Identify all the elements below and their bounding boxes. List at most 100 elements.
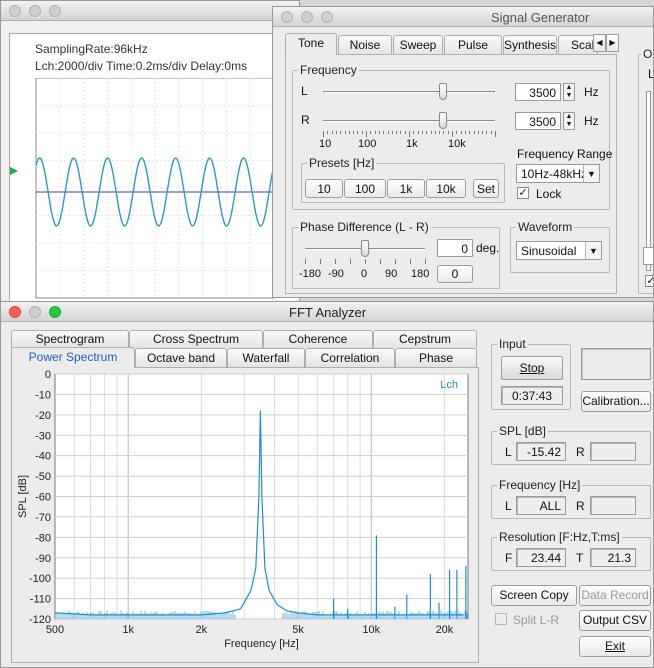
tab-octave-band[interactable]: Octave band (135, 348, 227, 367)
oscilloscope-window: SamplingRate:96kHz Lch:2000/div Time:0.2… (0, 0, 300, 302)
zoom-button[interactable] (321, 11, 333, 23)
input-group: Input Stop 0:37:43 (491, 337, 571, 410)
frequency-range-select[interactable]: 10Hz-48kHz ▼ (516, 164, 600, 183)
y-tick-label: -50 (35, 471, 51, 483)
fft-titlebar: FFT Analyzer (1, 302, 653, 322)
exit-label: Exit (604, 639, 625, 653)
input-label: Input (497, 337, 528, 351)
chevron-down-icon[interactable]: ▼ (585, 242, 601, 259)
frequency-scale-label-1k: 1k (406, 138, 418, 150)
close-button[interactable] (9, 306, 21, 318)
x-tick-label: 2k (196, 624, 208, 636)
split-lr-checkbox[interactable] (495, 613, 507, 625)
minimize-button[interactable] (29, 5, 41, 17)
close-button[interactable] (9, 5, 21, 17)
preset-set-button[interactable]: Set (473, 179, 499, 198)
x-tick-label: 5k (292, 624, 304, 636)
screen-copy-button[interactable]: Screen Copy (491, 585, 577, 606)
phase-input[interactable]: 0 (437, 239, 473, 257)
slider-tick (335, 131, 337, 134)
status-display (581, 348, 651, 380)
zoom-button[interactable] (49, 306, 61, 318)
tab-spectrogram[interactable]: Spectrogram (11, 330, 129, 348)
tab-cross-spectrum[interactable]: Cross Spectrum (129, 330, 263, 348)
window-title: FFT Analyzer (289, 305, 367, 320)
tab-synthesis[interactable]: Synthesis (503, 35, 557, 55)
sampling-rate-text: SamplingRate:96kHz (35, 42, 148, 56)
frequency-r-input[interactable]: 3500 (515, 112, 561, 130)
frequency-scale-label-100: 100 (358, 138, 377, 150)
tab-scale[interactable]: Scal (558, 35, 598, 55)
slider-tick (425, 259, 426, 264)
frequency-l-stepper[interactable]: ▲ ▼ (563, 83, 575, 101)
phase-slider[interactable] (361, 240, 369, 257)
slider-tick (366, 131, 367, 137)
slider-tick (469, 131, 471, 134)
x-tick-label: 1k (122, 624, 134, 636)
window-title: Signal Generator (491, 10, 590, 25)
preset-10-button[interactable]: 10 (305, 179, 343, 198)
preset-1k-button[interactable]: 1k (387, 179, 425, 198)
slider-tick (452, 131, 453, 137)
output-checkbox[interactable]: ✓ (645, 275, 653, 287)
spl-group: SPL [dB] L -15.42 R (491, 424, 651, 465)
slider-tick (486, 131, 488, 134)
output-level-slider[interactable] (646, 91, 651, 271)
slider-tick (357, 131, 359, 134)
tab-cepstrum[interactable]: Cepstrum (373, 330, 477, 348)
chevron-down-icon[interactable]: ▼ (564, 121, 574, 129)
stop-button[interactable]: Stop (501, 356, 563, 380)
chevron-up-icon[interactable]: ▲ (564, 113, 574, 121)
output-field[interactable] (643, 247, 653, 265)
tab-noise[interactable]: Noise (338, 35, 392, 55)
zoom-button[interactable] (49, 5, 61, 17)
exit-button[interactable]: Exit (579, 636, 651, 657)
tab-waterfall[interactable]: Waterfall (227, 348, 305, 367)
split-lr-label: Split L-R (513, 613, 560, 627)
slider-tick (395, 259, 396, 264)
tab-power-spectrum[interactable]: Power Spectrum (11, 347, 135, 368)
channel-l-label: L (301, 84, 308, 98)
data-record-button[interactable]: Data Record (579, 585, 651, 606)
calibration-button[interactable]: Calibration... (581, 391, 651, 412)
minimize-button[interactable] (301, 11, 313, 23)
y-tick-label: -110 (30, 594, 51, 606)
frequency-slider-r[interactable] (439, 112, 447, 129)
close-button[interactable] (281, 11, 293, 23)
frequency-slider-l[interactable] (439, 83, 447, 100)
phase-scale-label-neg90: -90 (328, 268, 344, 280)
tab-tone[interactable]: Tone (285, 33, 337, 55)
waveform-select[interactable]: Sinusoidal ▼ (516, 241, 602, 260)
tab-pulse[interactable]: Pulse (444, 35, 502, 55)
waveform-group: Waveform Sinusoidal ▼ (510, 220, 610, 273)
power-spectrum-panel: 0 -10 -20 -30 -40 -50 -60 -70 -80 -90 -100 -110 -120… (11, 367, 479, 663)
slider-tick (447, 131, 449, 134)
frequency-l-input[interactable]: 3500 (515, 83, 561, 101)
x-tick-label: 20k (436, 624, 454, 636)
frequency-r-stepper[interactable]: ▲ ▼ (563, 112, 575, 130)
phase-reset-button[interactable]: 0 (437, 265, 473, 283)
preset-100-button[interactable]: 100 (344, 179, 386, 198)
x-axis-label: Frequency [Hz] (224, 638, 299, 650)
phase-difference-label: Phase Difference (L - R) (298, 220, 431, 234)
frequency-l-label: L (505, 499, 512, 513)
chevron-up-icon[interactable]: ▲ (564, 84, 574, 92)
preset-10k-button[interactable]: 10k (426, 179, 466, 198)
slider-tick (370, 131, 372, 134)
tab-sweep[interactable]: Sweep (393, 35, 443, 55)
lock-checkbox[interactable]: ✓ (517, 187, 529, 199)
tab-phase[interactable]: Phase (395, 348, 477, 367)
frequency-readout-group: Frequency [Hz] L ALL R (491, 478, 651, 519)
tab-scroll-left-button[interactable]: ◀ (593, 34, 606, 52)
minimize-button[interactable] (29, 306, 41, 318)
tab-scroll-right-button[interactable]: ▶ (606, 34, 619, 52)
slider-tick (305, 259, 306, 264)
slider-tick (344, 131, 346, 134)
output-csv-button[interactable]: Output CSV (579, 610, 651, 631)
tab-coherence[interactable]: Coherence (263, 330, 373, 348)
frequency-scale-label-10: 10 (319, 138, 332, 150)
tab-correlation[interactable]: Correlation (305, 348, 395, 367)
chevron-down-icon[interactable]: ▼ (564, 92, 574, 100)
chevron-down-icon[interactable]: ▼ (583, 165, 599, 182)
presets-group: Presets [Hz] 10 100 1k 10k Set (301, 156, 505, 203)
